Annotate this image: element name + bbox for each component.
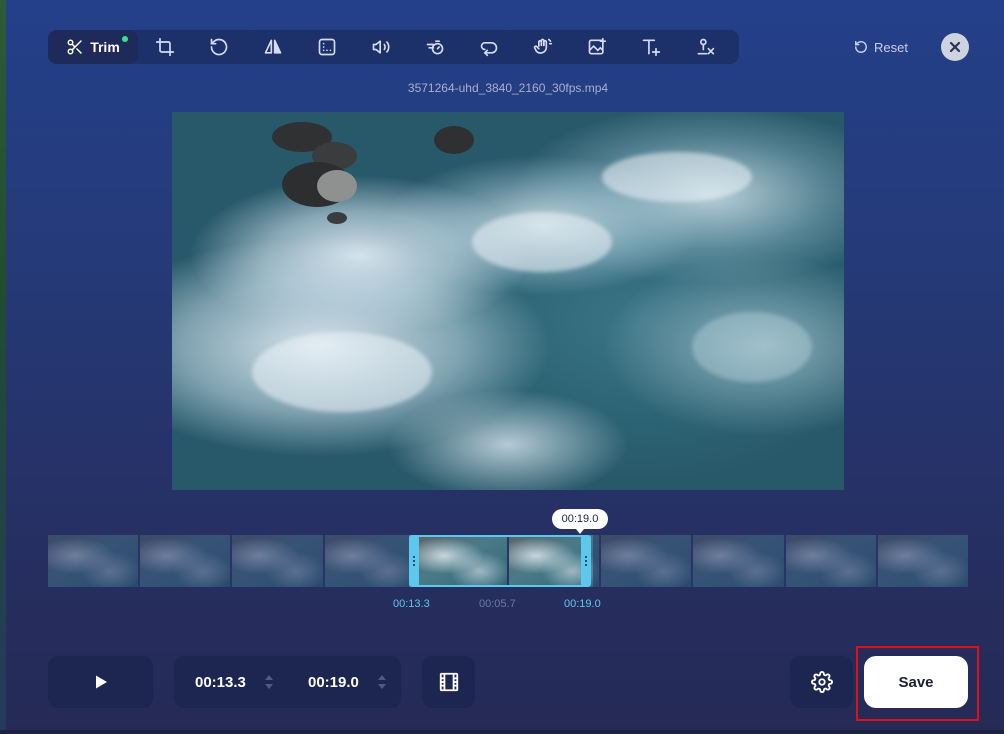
close-icon	[949, 41, 961, 53]
stepper-down-icon[interactable]	[265, 684, 273, 689]
timeline-frame	[324, 535, 417, 587]
tool-bar: Trim	[48, 30, 739, 64]
flip-icon	[264, 39, 282, 54]
timeline-frame	[416, 535, 510, 587]
save-button[interactable]: Save	[864, 656, 968, 708]
foam	[692, 312, 812, 382]
tab-stabilize[interactable]	[516, 30, 570, 64]
stepper-down-icon[interactable]	[378, 684, 386, 689]
tab-image[interactable]	[570, 30, 624, 64]
speed-icon	[426, 40, 444, 55]
tab-crop[interactable]	[138, 30, 192, 64]
timeline-frame	[693, 535, 786, 587]
tab-volume[interactable]	[354, 30, 408, 64]
crop-icon	[155, 37, 175, 57]
timeline-frame	[232, 535, 325, 587]
filmstrip-icon	[439, 672, 458, 692]
end-time-stepper[interactable]	[378, 675, 386, 689]
tab-resize[interactable]	[300, 30, 354, 64]
settings-button[interactable]	[790, 656, 853, 708]
timeline-strip[interactable]	[48, 535, 969, 587]
text-icon	[642, 39, 661, 57]
resize-icon	[318, 38, 336, 56]
timeline-frame	[785, 535, 878, 587]
split-frames-button[interactable]	[422, 656, 475, 708]
trim-end-handle[interactable]	[581, 535, 591, 587]
trim-start-label: 00:13.3	[393, 598, 430, 610]
video-preview	[172, 112, 844, 490]
tab-speed[interactable]	[408, 30, 462, 64]
foam	[602, 152, 752, 202]
reset-label: Reset	[874, 39, 908, 55]
stabilize-icon	[533, 38, 553, 54]
active-dot	[122, 36, 128, 42]
timeline-frame	[48, 535, 141, 587]
tab-remove[interactable]	[678, 30, 732, 64]
playhead-time[interactable]: 00:19.0	[552, 509, 608, 534]
timeline-frame	[601, 535, 694, 587]
remove-icon	[697, 38, 715, 55]
rock	[327, 212, 347, 224]
timeline-frame	[140, 535, 233, 587]
tab-trim[interactable]: Trim	[48, 30, 138, 64]
tab-loop[interactable]	[462, 30, 516, 64]
rotate-icon	[210, 38, 228, 56]
trim-duration-label: 00:05.7	[479, 598, 516, 610]
gear-icon	[810, 671, 833, 693]
stepper-up-icon[interactable]	[378, 675, 386, 680]
close-button[interactable]	[941, 33, 969, 61]
reset-button[interactable]: Reset	[854, 36, 908, 58]
tab-rotate[interactable]	[192, 30, 246, 64]
file-name: 3571264-uhd_3840_2160_30fps.mp4	[407, 81, 609, 95]
end-time-input[interactable]	[308, 673, 370, 691]
trim-start-handle[interactable]	[409, 535, 419, 587]
volume-icon	[372, 40, 390, 54]
tab-trim-label: Trim	[90, 39, 120, 55]
play-icon	[95, 675, 107, 689]
editor-panel: Trim Reset 3571264-uhd_3840_2160_30fps.m…	[6, 0, 1004, 730]
image-icon	[588, 37, 607, 55]
window-bottom-edge	[0, 730, 1004, 734]
foam	[472, 212, 612, 272]
trim-end-label: 00:19.0	[564, 598, 601, 610]
scissors-icon	[67, 39, 82, 55]
play-button[interactable]	[48, 656, 153, 708]
foam	[252, 332, 432, 412]
timeline-frame	[877, 535, 969, 587]
tab-text[interactable]	[624, 30, 678, 64]
reset-icon	[855, 41, 867, 53]
stepper-up-icon[interactable]	[265, 675, 273, 680]
rock	[434, 126, 474, 154]
loop-icon	[480, 42, 498, 57]
start-time-field	[174, 673, 287, 691]
start-time-stepper[interactable]	[265, 675, 273, 689]
tab-flip[interactable]	[246, 30, 300, 64]
start-time-input[interactable]	[195, 673, 257, 691]
end-time-field	[287, 673, 400, 691]
rock	[317, 170, 357, 202]
trim-time-fields	[174, 656, 401, 708]
